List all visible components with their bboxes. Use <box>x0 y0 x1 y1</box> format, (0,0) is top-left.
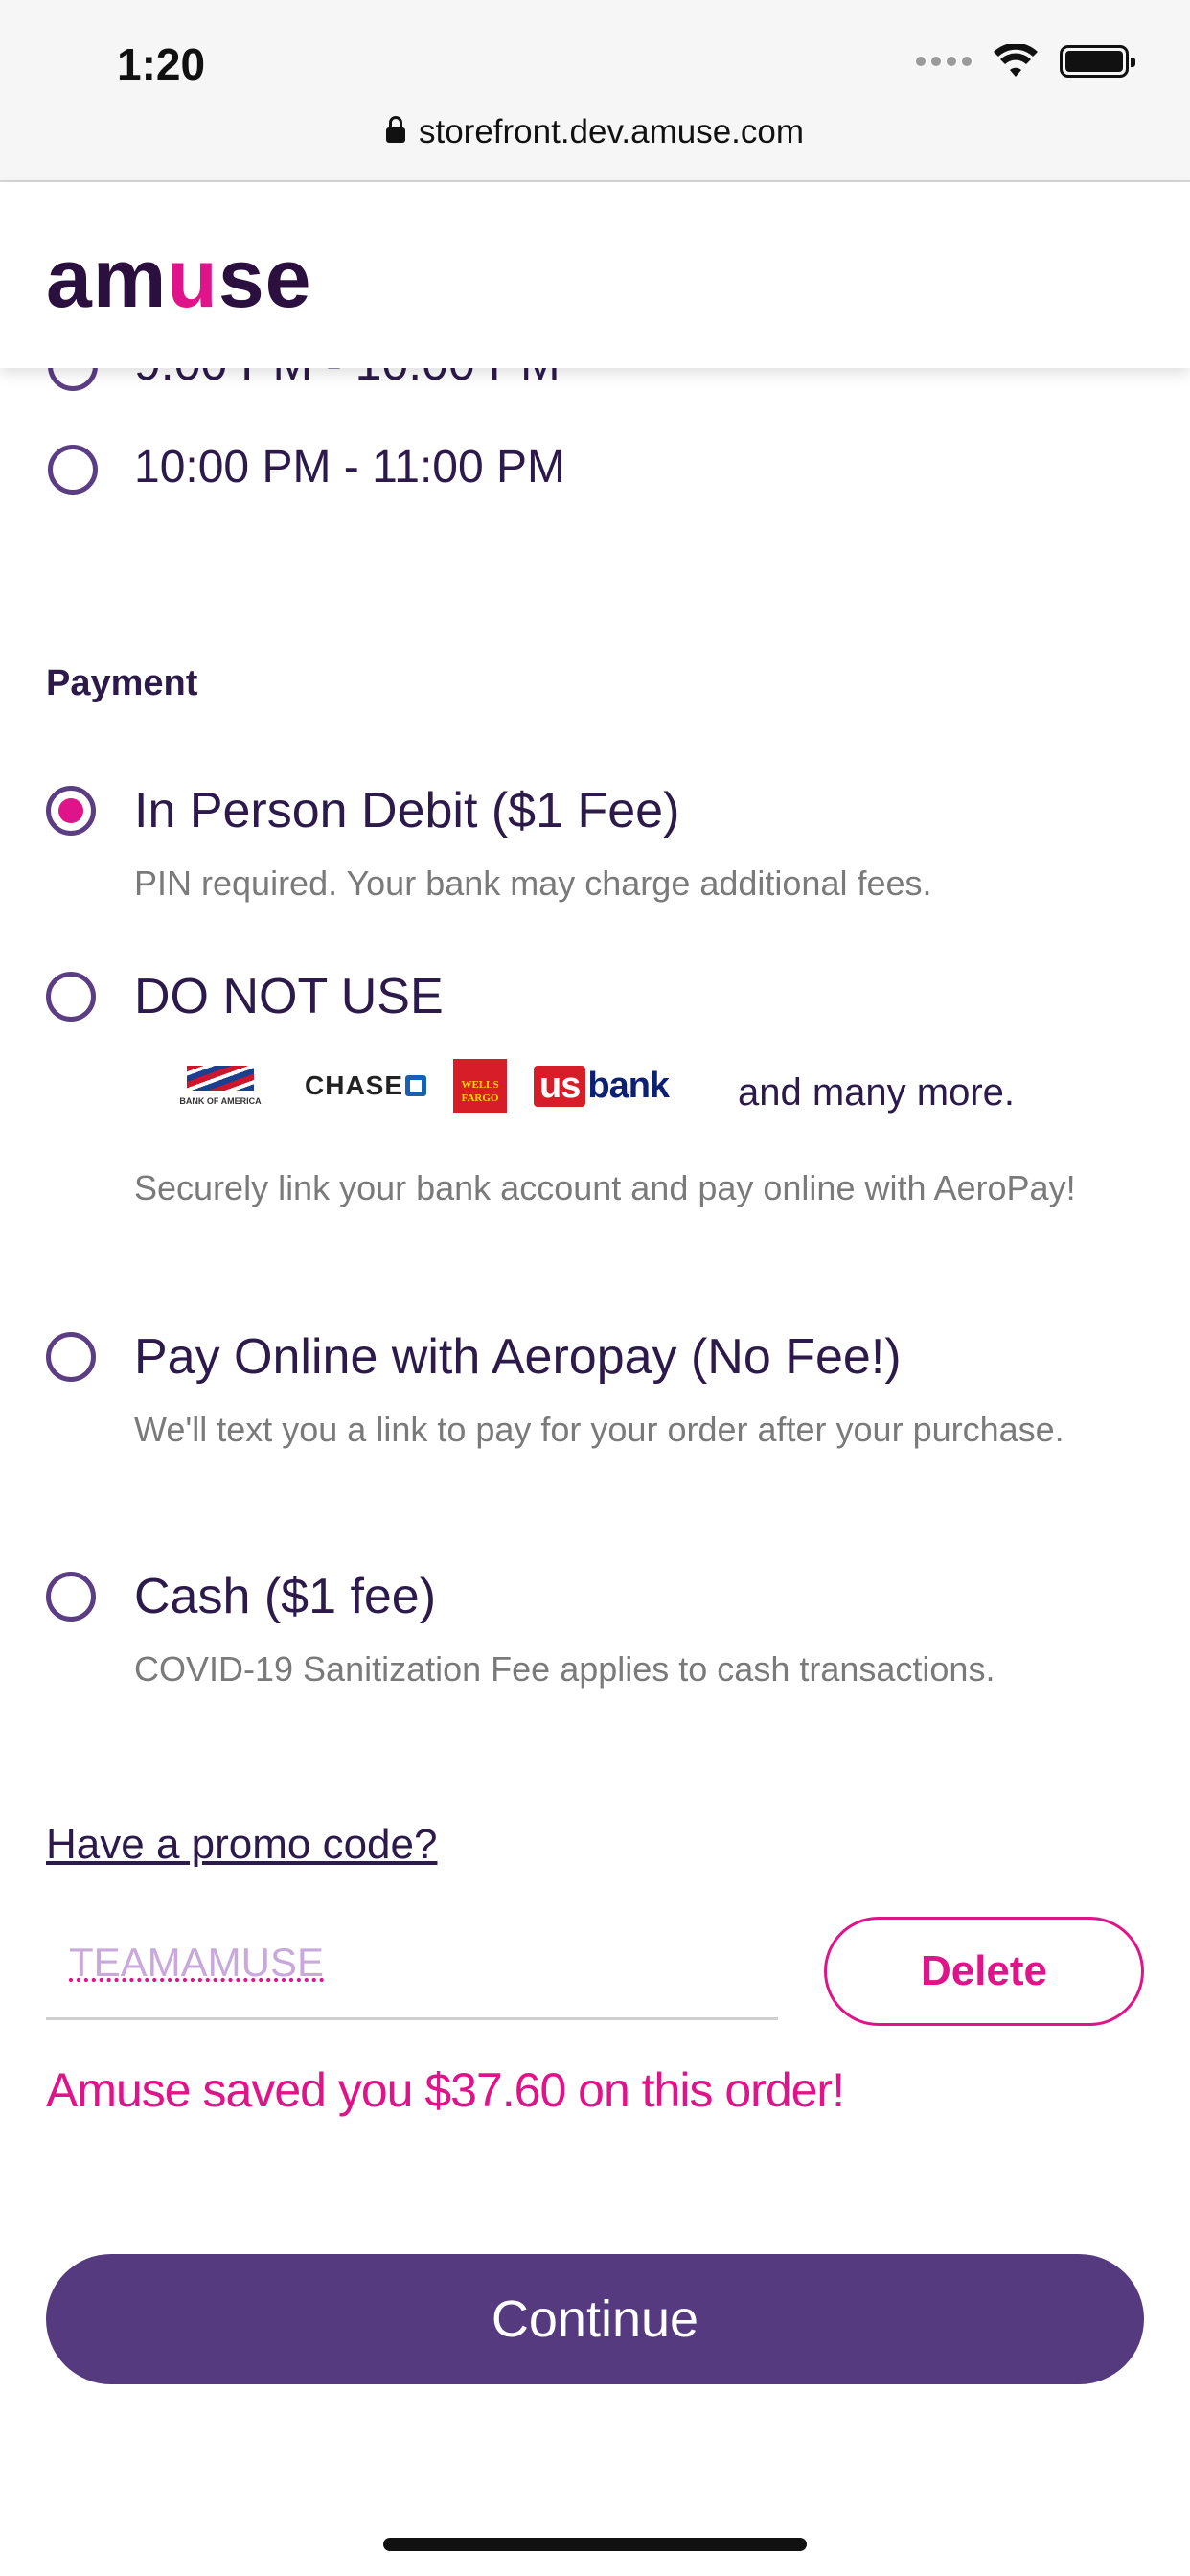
bank-logos: BANK OF AMERICA CHASE WELLS FARGO us bank <box>163 1052 670 1119</box>
url-bar[interactable]: storefront.dev.amuse.com <box>0 113 1190 151</box>
promo-code-input[interactable] <box>46 1907 778 2020</box>
amuse-logo[interactable]: amuse <box>46 232 312 327</box>
do-not-use-title: DO NOT USE <box>134 969 444 1024</box>
delete-promo-button[interactable]: Delete <box>824 1917 1144 2026</box>
wells-fargo-logo: WELLS FARGO <box>453 1059 508 1113</box>
pay-online-aeropay-desc: We'll text you a link to pay for your or… <box>134 1410 1064 1449</box>
radio-time-slot-10pm[interactable] <box>48 445 98 494</box>
in-person-debit-desc: PIN required. Your bank may charge addit… <box>134 863 932 903</box>
status-time: 1:20 <box>117 39 206 89</box>
cash-desc: COVID-19 Sanitization Fee applies to cas… <box>134 1649 995 1689</box>
many-more-text: and many more. <box>738 1071 1016 1114</box>
chase-logo: CHASE <box>305 1052 427 1119</box>
status-icons <box>916 44 1135 79</box>
in-person-debit-title: In Person Debit ($1 Fee) <box>134 783 680 839</box>
signal-icon <box>916 57 972 66</box>
radio-do-not-use[interactable] <box>46 972 96 1022</box>
pay-online-aeropay-title: Pay Online with Aeropay (No Fee!) <box>134 1329 902 1385</box>
url-text: storefront.dev.amuse.com <box>418 113 805 150</box>
cash-title: Cash ($1 fee) <box>134 1569 437 1624</box>
home-indicator <box>383 2538 807 2551</box>
battery-icon <box>1060 45 1135 78</box>
continue-button[interactable]: Continue <box>46 2254 1144 2384</box>
lock-icon <box>385 116 405 143</box>
radio-cash[interactable] <box>46 1572 96 1622</box>
app-header: amuse <box>0 182 1190 368</box>
bank-of-america-logo: BANK OF AMERICA <box>163 1052 278 1119</box>
us-bank-logo: us bank <box>534 1052 670 1119</box>
promo-code-link[interactable]: Have a promo code? <box>46 1821 437 1869</box>
payment-section-label: Payment <box>46 663 198 703</box>
browser-top-bar: 1:20 storefront.dev.amuse.com <box>0 0 1190 182</box>
time-slot-10pm-label: 10:00 PM - 11:00 PM <box>134 442 565 493</box>
do-not-use-desc: Securely link your bank account and pay … <box>134 1168 1076 1208</box>
radio-pay-online-aeropay[interactable] <box>46 1332 96 1382</box>
wifi-icon <box>994 44 1038 77</box>
savings-message: Amuse saved you $37.60 on this order! <box>46 2063 845 2117</box>
radio-in-person-debit[interactable] <box>46 786 96 836</box>
